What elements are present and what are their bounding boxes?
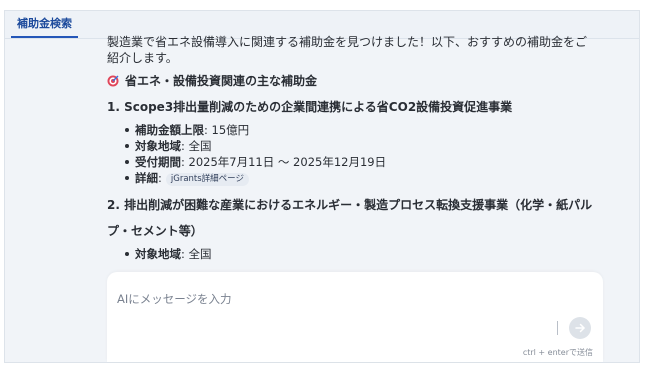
subsidy-details-2: 対象地域: 全国 bbox=[107, 246, 603, 261]
list-item: 補助金額上限: 15億円 bbox=[125, 122, 603, 138]
assistant-message: 製造業で省エネ設備導入に関連する補助金を見つけました！以下、おすすめの補助金をご… bbox=[107, 34, 603, 261]
period-label: 受付期間 bbox=[135, 155, 181, 169]
message-input[interactable] bbox=[115, 282, 545, 322]
subsidy-title-1: 1. Scope3排出量削減のための企業間連携による省CO2設備投資促進事業 bbox=[107, 100, 513, 114]
message-heading: 省エネ・設備投資関連の主な補助金 bbox=[107, 72, 603, 90]
list-item: 詳細: jGrants詳細ページ bbox=[125, 170, 603, 186]
list-item: 対象地域: 全国 bbox=[125, 246, 603, 261]
region-label: 対象地域 bbox=[135, 247, 181, 261]
region-value: : 全国 bbox=[181, 247, 212, 261]
send-shortcut-hint: ctrl + enterで送信 bbox=[522, 348, 593, 357]
send-button[interactable] bbox=[569, 317, 591, 339]
detail-separator: : bbox=[158, 171, 162, 185]
message-intro: 製造業で省エネ設備導入に関連する補助金を見つけました！以下、おすすめの補助金をご… bbox=[107, 35, 588, 65]
chat-messages[interactable]: 製造業で省エネ設備導入に関連する補助金を見つけました！以下、おすすめの補助金をご… bbox=[107, 29, 603, 261]
period-value: : 2025年7月11日 ～ 2025年12月19日 bbox=[181, 155, 387, 169]
detail-label: 詳細 bbox=[135, 171, 158, 185]
heading-text: 省エネ・設備投資関連の主な補助金 bbox=[125, 74, 318, 88]
jgrants-detail-link[interactable]: jGrants詳細ページ bbox=[165, 173, 250, 186]
max-amount-label: 補助金額上限 bbox=[135, 123, 204, 137]
region-label: 対象地域 bbox=[135, 139, 181, 153]
list-item: 受付期間: 2025年7月11日 ～ 2025年12月19日 bbox=[125, 154, 603, 170]
subsidy-title-2: 2. 排出削減が困難な産業におけるエネルギー・製造プロセス転換支援事業（化学・紙… bbox=[107, 198, 593, 238]
max-amount-value: : 15億円 bbox=[204, 123, 250, 137]
target-icon bbox=[107, 75, 119, 87]
message-composer: AIにメッセージを入力 ctrl + enterで送信 bbox=[107, 272, 603, 362]
region-value: : 全国 bbox=[181, 139, 212, 153]
text-caret bbox=[557, 321, 558, 335]
tab-subsidy-search[interactable]: 補助金検索 bbox=[11, 11, 78, 38]
subsidy-details-1: 補助金額上限: 15億円 対象地域: 全国 受付期間: 2025年7月11日 ～… bbox=[107, 122, 603, 186]
arrow-right-icon bbox=[575, 323, 585, 333]
list-item: 対象地域: 全国 bbox=[125, 138, 603, 154]
